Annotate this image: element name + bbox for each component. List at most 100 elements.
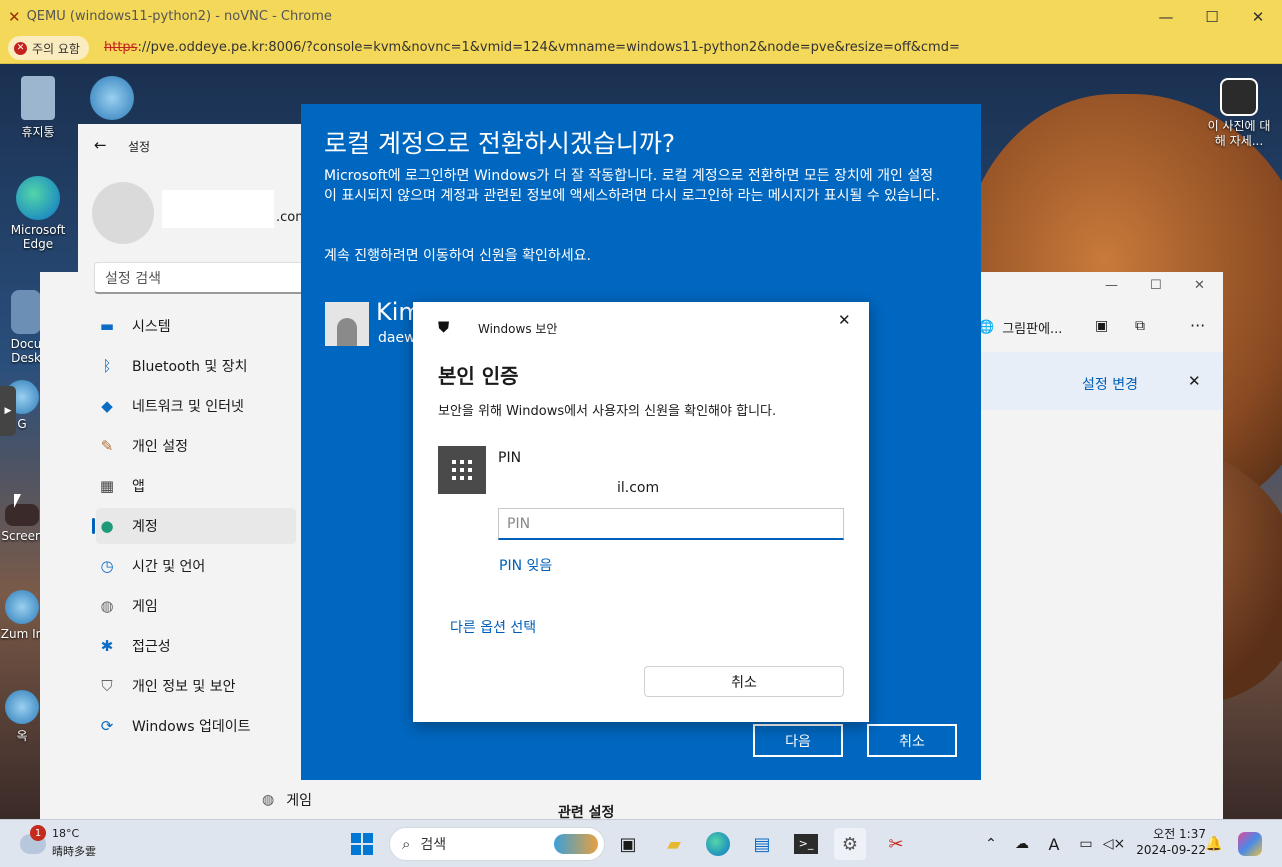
dialog-title: 로컬 계정으로 전환하시겠습니까? bbox=[324, 129, 676, 158]
nav-accessibility[interactable]: ✱ 접근성 bbox=[96, 628, 296, 664]
paint-window-max[interactable]: ☐ bbox=[1150, 278, 1162, 293]
bluetooth-icon: ᛒ bbox=[102, 357, 112, 375]
behind-game-item: ◍ 게임 bbox=[262, 790, 312, 810]
nav-label: Bluetooth 및 장치 bbox=[132, 359, 248, 375]
nav-label: 시스템 bbox=[132, 319, 171, 335]
forgot-pin-link[interactable]: PIN 잊음 bbox=[499, 555, 552, 575]
windows-security-dialog: ⛊ Windows 보안 ✕ 본인 인증 보안을 위해 Windows에서 사용… bbox=[413, 302, 869, 722]
copilot-icon[interactable] bbox=[1234, 828, 1266, 860]
edge-icon[interactable] bbox=[702, 828, 734, 860]
clock[interactable]: 오전 1:37 2024-09-22 bbox=[1126, 826, 1206, 858]
clock-time: 오전 1:37 bbox=[1153, 827, 1206, 841]
search-icon: ⌕ bbox=[402, 835, 411, 853]
security-description: 보안을 위해 Windows에서 사용자의 신원을 확인해야 합니다. bbox=[438, 404, 777, 419]
onedrive-icon[interactable]: ☁ bbox=[1006, 828, 1038, 860]
next-button[interactable]: 다음 bbox=[753, 724, 843, 757]
redacted-name bbox=[162, 190, 274, 228]
desktop-icon-network[interactable] bbox=[80, 76, 144, 123]
camera-icon bbox=[1220, 78, 1258, 116]
url-scheme: https bbox=[104, 40, 138, 55]
start-button[interactable] bbox=[346, 828, 378, 860]
close-button[interactable]: ✕ bbox=[1235, 0, 1281, 33]
paint-toolbar-item[interactable]: 🌐 그림판에... bbox=[978, 318, 1062, 337]
nav-label: 개인 설정 bbox=[132, 439, 188, 455]
globe-icon bbox=[5, 690, 39, 724]
copy-icon[interactable]: ⧉ bbox=[1135, 318, 1145, 334]
settings-taskbar-icon[interactable]: ⚙ bbox=[834, 828, 866, 860]
nav-system[interactable]: ▬ 시스템 bbox=[96, 308, 296, 344]
window-title: QEMU (windows11-python2) - noVNC - Chrom… bbox=[26, 9, 332, 24]
maximize-button[interactable]: ☐ bbox=[1189, 0, 1235, 33]
tray-chevron-icon[interactable]: ⌃ bbox=[975, 828, 1007, 860]
security-warning-chip[interactable]: ✕ 주의 요함 bbox=[8, 36, 89, 60]
close-infobar-icon[interactable]: ✕ bbox=[1188, 372, 1201, 390]
back-arrow-icon[interactable]: ← bbox=[94, 136, 107, 154]
settings-search-placeholder: 설정 검색 bbox=[105, 270, 161, 287]
other-options-link[interactable]: 다른 옵션 선택 bbox=[450, 617, 536, 637]
close-icon[interactable]: ✕ bbox=[838, 311, 851, 329]
nav-label: Windows 업데이트 bbox=[132, 719, 251, 735]
desktop-icon-label: Screen bbox=[1, 529, 43, 543]
change-settings-link[interactable]: 설정 변경 bbox=[1082, 374, 1138, 394]
taskbar-search[interactable]: ⌕ 검색 bbox=[389, 827, 605, 861]
desktop-icon-edge[interactable]: Microsoft Edge bbox=[6, 176, 70, 251]
nav-personalization[interactable]: ✎ 개인 설정 bbox=[96, 428, 296, 464]
notification-bell-icon[interactable]: 🔔 bbox=[1198, 828, 1230, 860]
url-text[interactable]: https://pve.oddeye.pe.kr:8006/?console=k… bbox=[104, 40, 960, 55]
terminal-icon[interactable]: >_ bbox=[790, 828, 822, 860]
desktop-icon-recycle-bin[interactable]: 휴지통 bbox=[6, 76, 70, 140]
nav-network[interactable]: ◆ 네트워크 및 인터넷 bbox=[96, 388, 296, 424]
desktop-icon-label: 옥 bbox=[16, 729, 28, 743]
nav-label: 개인 정보 및 보안 bbox=[132, 679, 236, 695]
nav-apps[interactable]: ▦ 앱 bbox=[96, 468, 296, 504]
wifi-icon: ◆ bbox=[101, 397, 113, 415]
cancel-button[interactable]: 취소 bbox=[867, 724, 957, 757]
ime-icon[interactable]: A bbox=[1038, 828, 1070, 860]
paint-label: 그림판에... bbox=[1002, 322, 1063, 337]
nav-time-language[interactable]: ◷ 시간 및 언어 bbox=[96, 548, 296, 584]
task-view-icon[interactable]: ▣ bbox=[612, 828, 644, 860]
store-icon[interactable]: ▤ bbox=[746, 828, 778, 860]
nav-accounts[interactable]: ● 계정 bbox=[92, 508, 296, 544]
nav-label: 네트워크 및 인터넷 bbox=[132, 399, 244, 415]
address-bar[interactable]: ✕ 주의 요함 https://pve.oddeye.pe.kr:8006/?c… bbox=[0, 33, 1282, 64]
minimize-button[interactable]: — bbox=[1143, 0, 1189, 33]
nav-label: 계정 bbox=[132, 519, 158, 535]
security-cancel-button[interactable]: 취소 bbox=[644, 666, 844, 697]
novnc-handle[interactable]: ▶ bbox=[0, 386, 16, 436]
save-icon[interactable]: ▣ bbox=[1095, 318, 1108, 334]
desktop-icon-label: 휴지통 bbox=[21, 125, 55, 139]
recycle-bin-icon bbox=[21, 76, 55, 120]
paint-window-min[interactable]: — bbox=[1105, 278, 1118, 293]
weather-badge: 1 bbox=[30, 825, 46, 841]
more-icon[interactable]: ··· bbox=[1190, 316, 1205, 335]
account-icon: ● bbox=[100, 517, 114, 535]
nav-label: 게임 bbox=[132, 599, 158, 615]
mouse-cursor-icon bbox=[14, 494, 21, 508]
photo-info-widget[interactable]: 이 사진에 대해 자세... bbox=[1196, 78, 1282, 149]
weather-widget[interactable]: 1 18°C 晴時多雲 bbox=[16, 825, 116, 862]
shield-icon: ⛉ bbox=[101, 677, 113, 695]
pin-input[interactable]: PIN bbox=[498, 508, 844, 540]
desktop-icon-label: G bbox=[17, 417, 27, 431]
nav-windows-update[interactable]: ⟳ Windows 업데이트 bbox=[96, 708, 296, 744]
paint-window-close[interactable]: ✕ bbox=[1194, 278, 1205, 293]
gamepad-icon: ◍ bbox=[100, 597, 114, 615]
settings-window: ← 설정 .com 설정 검색 ▬ 시스템 ᛒ Bluetooth 및 장치 ◆ 네트… bbox=[78, 124, 308, 752]
desktop-icon-label: Microsoft Edge bbox=[10, 223, 66, 251]
accessibility-icon: ✱ bbox=[100, 637, 114, 655]
nav-privacy[interactable]: ⛉ 개인 정보 및 보안 bbox=[96, 668, 296, 704]
weather-desc: 晴時多雲 bbox=[52, 845, 96, 858]
display-icon: ▬ bbox=[99, 317, 115, 335]
settings-search-input[interactable]: 설정 검색 bbox=[94, 262, 304, 294]
taskbar: 1 18°C 晴時多雲 ⌕ 검색 ▣ ▰ ▤ >_ ⚙ ✂ ⌃ ☁ A ▭ ◁×… bbox=[0, 819, 1282, 867]
dialog-body-2: 계속 진행하려면 이동하여 신원을 확인하세요. bbox=[324, 248, 591, 264]
nav-label: 시간 및 언어 bbox=[132, 559, 206, 575]
apps-icon: ▦ bbox=[99, 477, 115, 495]
person-icon bbox=[337, 318, 357, 346]
nav-bluetooth[interactable]: ᛒ Bluetooth 및 장치 bbox=[96, 348, 296, 384]
snipping-tool-icon[interactable]: ✂ bbox=[880, 828, 912, 860]
nav-gaming[interactable]: ◍ 게임 bbox=[96, 588, 296, 624]
file-explorer-icon[interactable]: ▰ bbox=[658, 828, 690, 860]
pin-keypad-icon bbox=[438, 446, 486, 494]
